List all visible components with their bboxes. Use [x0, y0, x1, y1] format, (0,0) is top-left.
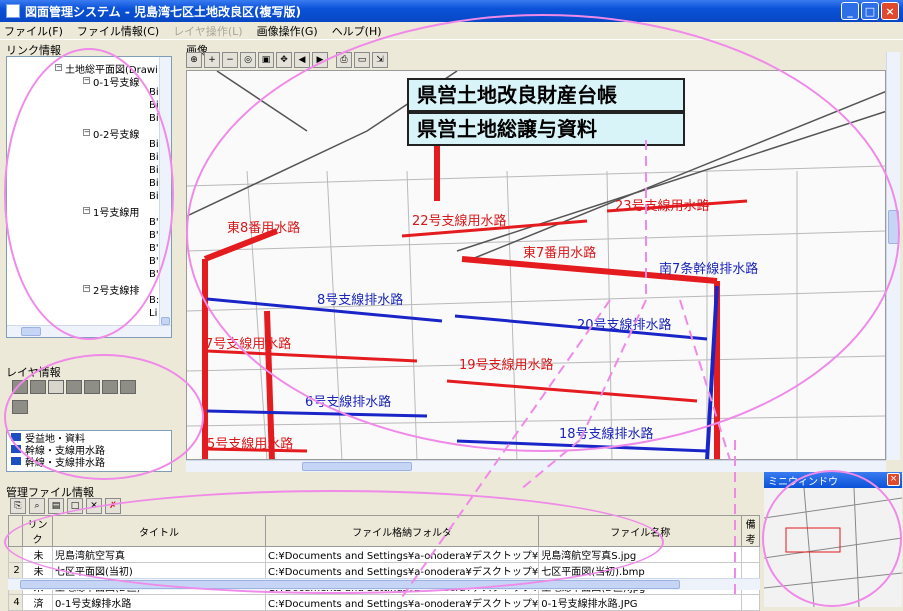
- annotation-line: [679, 299, 731, 461]
- annotation-line: [519, 439, 581, 491]
- app-window: 図面管理システム - 児島湾七区土地改良区(複写版) _ □ × ファイル(F)…: [0, 0, 903, 611]
- annotation-line: [399, 299, 611, 601]
- annotation-line: [579, 299, 647, 441]
- annotation-lines: [399, 140, 736, 601]
